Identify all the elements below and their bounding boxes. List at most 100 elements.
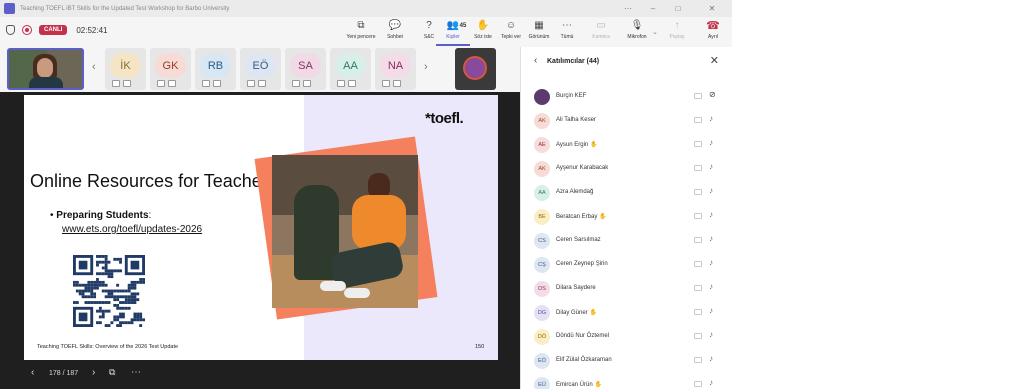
- participant-name: Burçin KEF: [556, 93, 587, 99]
- participant-tile[interactable]: NA: [375, 48, 416, 90]
- participant-row[interactable]: Burçin KEF ⊘: [521, 85, 732, 109]
- mic-icon: ♪: [709, 282, 713, 291]
- camera-off-icon: [694, 117, 702, 123]
- participant-name-cell: Dilay Güner ✋: [556, 309, 597, 316]
- participant-tile[interactable]: RB: [195, 48, 236, 90]
- participant-avatar: EÖ: [245, 53, 276, 78]
- leave-button[interactable]: ☎ Ayrıl: [696, 20, 730, 46]
- participant-avatar: EÖ: [534, 353, 550, 369]
- share-button[interactable]: ↑ Paylaş: [660, 20, 694, 46]
- participant-name: Azra Alemdağ: [556, 189, 594, 195]
- mic-icon: ♪: [709, 234, 713, 243]
- participant-tile[interactable]: AA: [330, 48, 371, 90]
- mic-icon: ♪: [709, 258, 713, 267]
- participant-tile[interactable]: İK: [105, 48, 146, 90]
- participant-photo-tile[interactable]: [455, 48, 496, 90]
- participant-row[interactable]: EÜ Emircan Ürün ✋ ♪: [521, 373, 732, 389]
- participant-avatar: BE: [534, 209, 550, 225]
- camera-label: Kamera: [592, 34, 610, 40]
- mic-icon: ♪: [709, 138, 713, 147]
- participant-avatar: DS: [534, 281, 550, 297]
- tile-status-icons: [202, 80, 221, 87]
- slide-link[interactable]: www.ets.org/toefl/updates-2026: [62, 224, 202, 235]
- share-icon: ↑: [674, 20, 680, 31]
- chat-button[interactable]: 💬 Sohbet: [378, 20, 412, 46]
- maximize-button[interactable]: □: [666, 0, 690, 17]
- participant-name: Beratcan Erbay: [556, 214, 598, 220]
- participant-name: Elif Zülal Özkaraman: [556, 357, 612, 363]
- prev-slide-button[interactable]: ‹: [31, 367, 34, 378]
- participant-row[interactable]: DS Dilara Saydere ♪: [521, 277, 732, 301]
- teams-meeting-app: Teaching TOEFL iBT Skills for the Update…: [0, 0, 1024, 389]
- meeting-window: Teaching TOEFL iBT Skills for the Update…: [0, 0, 732, 389]
- participant-avatar: [534, 89, 550, 105]
- minimize-button[interactable]: –: [641, 0, 665, 17]
- more-window-options-icon[interactable]: ⋯: [616, 0, 640, 17]
- close-panel-button[interactable]: ✕: [710, 54, 719, 67]
- participant-row[interactable]: EÖ Elif Zülal Özkaraman ♪: [521, 349, 732, 373]
- camera-off-icon: [694, 381, 702, 387]
- shield-icon[interactable]: [6, 25, 15, 35]
- leave-label: Ayrıl: [708, 34, 718, 40]
- mic-button[interactable]: 🎙 Mikrofon: [620, 20, 654, 46]
- meeting-timer: 02:52:41: [76, 25, 108, 35]
- self-video-person-body: [29, 77, 63, 88]
- mic-options-chevron-icon[interactable]: ⌄: [652, 28, 658, 36]
- raised-hand-icon: ✋: [590, 142, 598, 148]
- participant-row[interactable]: CS Ceren Sarsılmaz ♪: [521, 229, 732, 253]
- more-label: Tümü: [560, 34, 574, 40]
- new-window-label: Yeni pencere: [346, 34, 376, 40]
- presentation-slide: *toefl. Online Resources for Teachers • …: [24, 95, 498, 360]
- recording-icon[interactable]: [22, 25, 32, 35]
- slide-more-options-button[interactable]: ⋯: [131, 367, 141, 378]
- back-button[interactable]: ‹: [534, 55, 537, 66]
- mic-icon: ♪: [709, 330, 713, 339]
- camera-button[interactable]: ▭ Kamera: [584, 20, 618, 46]
- gallery-next-arrow[interactable]: ›: [424, 61, 428, 73]
- participant-avatar: DÖ: [534, 329, 550, 345]
- participant-row[interactable]: BE Beratcan Erbay ✋ ♪: [521, 205, 732, 229]
- self-video-tile[interactable]: [7, 48, 84, 90]
- gallery-prev-arrow[interactable]: ‹: [92, 61, 96, 73]
- live-badge: CANLI: [39, 25, 68, 35]
- mic-icon: ♪: [709, 378, 713, 387]
- participant-tile[interactable]: EÖ: [240, 48, 281, 90]
- recording-status: CANLI 02:52:41: [6, 25, 107, 35]
- tile-status-icons: [112, 80, 131, 87]
- participant-avatar: AE: [534, 137, 550, 153]
- participant-name: Dilay Güner: [556, 310, 588, 316]
- mic-off-icon: ⊘: [709, 90, 716, 99]
- toefl-logo: *toefl.: [425, 110, 464, 127]
- camera-off-icon: [292, 80, 300, 87]
- video-gallery: ‹ İK GK RB EÖ SA AA NA ›: [0, 47, 520, 92]
- camera-off-icon: [382, 80, 390, 87]
- mic-off-icon: [168, 80, 176, 87]
- participant-avatar: SA: [290, 53, 321, 78]
- more-button[interactable]: ⋯ Tümü: [550, 20, 584, 46]
- new-window-button[interactable]: ⧉ Yeni pencere: [344, 20, 378, 46]
- camera-off-icon: [112, 80, 120, 87]
- close-window-button[interactable]: ✕: [700, 0, 724, 17]
- participants-panel-header: ‹ Katılımcılar (44) ✕: [521, 47, 732, 77]
- participant-name: Dilara Saydere: [556, 285, 596, 291]
- people-button[interactable]: 👥 45 Kişiler: [436, 20, 470, 46]
- next-slide-button[interactable]: ›: [92, 367, 95, 378]
- participant-tile[interactable]: SA: [285, 48, 326, 90]
- slide-title: Online Resources for Teachers: [30, 171, 277, 191]
- participant-tile[interactable]: GK: [150, 48, 191, 90]
- slide-overview-icon[interactable]: ⧉: [109, 367, 115, 378]
- participant-row[interactable]: AK Ali Talha Keser ♪: [521, 109, 732, 133]
- participant-row[interactable]: DÖ Döndü Nur Öztemel ♪: [521, 325, 732, 349]
- participant-row[interactable]: CŞ Ceren Zeynep Şirin ♪: [521, 253, 732, 277]
- participant-name-cell: Döndü Nur Öztemel: [556, 333, 609, 339]
- chat-icon: 💬: [388, 20, 402, 31]
- mic-off-icon: [393, 80, 401, 87]
- mic-off-icon: [213, 80, 221, 87]
- participant-row[interactable]: DG Dilay Güner ✋ ♪: [521, 301, 732, 325]
- participant-row[interactable]: AK Ayşenur Karabacak ♪: [521, 157, 732, 181]
- participant-row[interactable]: AA Azra Alemdağ ♪: [521, 181, 732, 205]
- camera-off-icon: [247, 80, 255, 87]
- raised-hand-icon: ✋: [599, 214, 607, 220]
- photo-shoe-right: [344, 288, 370, 298]
- participant-row[interactable]: AE Aysun Ergin ✋ ♪: [521, 133, 732, 157]
